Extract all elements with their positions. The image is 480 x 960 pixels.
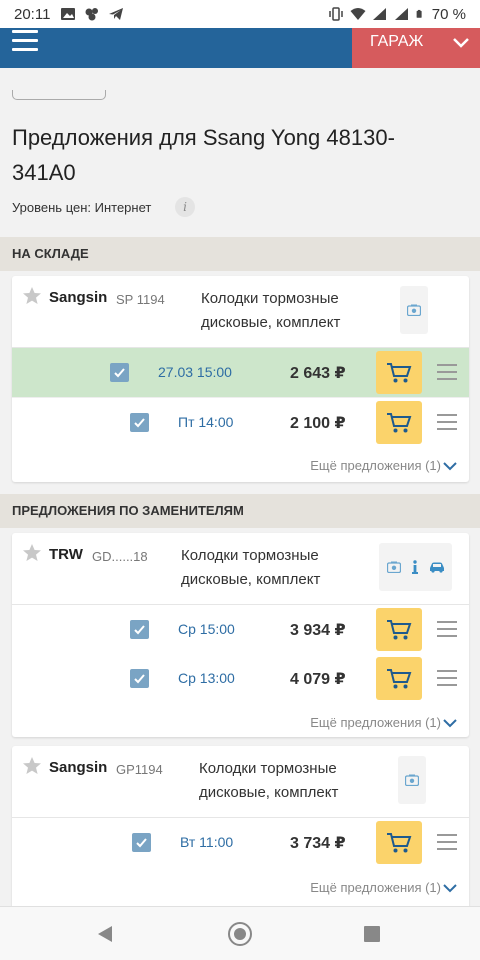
part-description: Колодки тормозные дисковые, комплект: [181, 547, 321, 588]
content: Предложения для Ssang Yong 48130-341A0 У…: [0, 68, 480, 906]
app-icon: [85, 8, 99, 21]
part-icons: [398, 756, 426, 804]
card-header: TRW GD......18 Колодки тормозные дисковы…: [12, 533, 469, 605]
section-header-substitutes: ПРЕДЛОЖЕНИЯ ПО ЗАМЕНИТЕЛЯМ: [0, 494, 480, 528]
more-offers-link[interactable]: Ещё предложения (1): [310, 880, 441, 895]
delivery-time: Пт 14:00: [178, 414, 234, 430]
offer-row: 27.03 15:00 2 643 ₽: [12, 348, 469, 397]
info-icon[interactable]: [411, 560, 419, 574]
offer-checkbox[interactable]: [130, 413, 149, 432]
offer-price: 3 934 ₽: [290, 622, 346, 639]
tab-stub[interactable]: [12, 90, 106, 100]
status-bar: 20:11 70 %: [0, 0, 480, 28]
delivery-time: Вт 11:00: [180, 834, 234, 850]
cart-icon: [387, 412, 412, 432]
part-code: GP1194: [116, 762, 163, 777]
more-offers-link[interactable]: Ещё предложения (1): [310, 458, 441, 473]
part-description: Колодки тормозные дисковые, комплект: [199, 760, 339, 801]
offer-row: Вт 11:00 3 734 ₽: [12, 818, 469, 867]
row-menu-icon[interactable]: [437, 414, 457, 430]
menu-icon[interactable]: [12, 30, 38, 52]
photo-icon[interactable]: [386, 561, 401, 573]
part-icons: [379, 543, 452, 591]
cart-icon: [387, 362, 412, 382]
offer-checkbox[interactable]: [130, 669, 149, 688]
star-icon[interactable]: [22, 286, 42, 306]
home-icon[interactable]: [228, 922, 252, 946]
battery-icon: [416, 9, 422, 18]
chevron-down-icon[interactable]: [443, 883, 457, 893]
part-code: GD......18: [92, 549, 148, 564]
battery-level: 70 %: [431, 5, 466, 23]
add-to-cart-button[interactable]: [376, 821, 422, 864]
chevron-down-icon[interactable]: [443, 718, 457, 728]
add-to-cart-button[interactable]: [376, 608, 422, 651]
cart-icon: [387, 668, 412, 688]
brand-name: Sangsin: [49, 759, 108, 776]
offer-checkbox[interactable]: [132, 833, 151, 852]
image-icon: [61, 8, 76, 20]
offer-price: 2 643 ₽: [290, 365, 346, 382]
signal-icon: [394, 8, 408, 20]
status-time: 20:11: [14, 5, 51, 23]
offer-card: Sangsin SP 1194 Колодки тормозные дисков…: [12, 276, 469, 482]
garage-label: ГАРАЖ: [370, 33, 424, 50]
star-icon[interactable]: [22, 543, 42, 563]
signal-icon: [372, 8, 386, 20]
photo-icon[interactable]: [405, 774, 419, 786]
offer-price: 3 734 ₽: [290, 835, 346, 852]
recent-apps-icon[interactable]: [364, 926, 380, 942]
offer-row: Ср 13:00 4 079 ₽: [12, 654, 469, 703]
part-description: Колодки тормозные дисковые, комплект: [201, 290, 341, 331]
offer-row: Ср 15:00 3 934 ₽: [12, 605, 469, 654]
part-code: SP 1194: [116, 292, 165, 307]
chevron-down-icon[interactable]: [443, 461, 457, 471]
add-to-cart-button[interactable]: [376, 657, 422, 700]
vibrate-icon: [329, 7, 343, 21]
more-offers-link[interactable]: Ещё предложения (1): [310, 715, 441, 730]
price-level: Уровень цен: Интернет: [12, 200, 152, 215]
car-icon[interactable]: [429, 561, 445, 573]
card-header: Sangsin SP 1194 Колодки тормозные дисков…: [12, 276, 469, 348]
delivery-time: Ср 15:00: [178, 621, 235, 637]
offer-price: 2 100 ₽: [290, 415, 346, 432]
offer-card: TRW GD......18 Колодки тормозные дисковы…: [12, 533, 469, 737]
delivery-time: Ср 13:00: [178, 670, 235, 686]
offer-checkbox[interactable]: [110, 363, 129, 382]
info-icon[interactable]: i: [175, 197, 195, 217]
star-icon[interactable]: [22, 756, 42, 776]
offer-card: Sangsin GP1194 Колодки тормозные дисковы…: [12, 746, 469, 906]
row-menu-icon[interactable]: [437, 364, 457, 380]
telegram-icon: [109, 8, 124, 20]
cart-icon: [387, 832, 412, 852]
garage-dropdown[interactable]: ГАРАЖ: [352, 28, 480, 68]
row-menu-icon[interactable]: [437, 834, 457, 850]
offer-checkbox[interactable]: [130, 620, 149, 639]
brand-name: Sangsin: [49, 289, 108, 306]
offer-price: 4 079 ₽: [290, 671, 346, 688]
row-menu-icon[interactable]: [437, 621, 457, 637]
add-to-cart-button[interactable]: [376, 351, 422, 394]
system-nav-bar: [0, 906, 480, 960]
card-header: Sangsin GP1194 Колодки тормозные дисковы…: [12, 746, 469, 818]
page-title: Предложения для Ssang Yong 48130-341A0: [12, 125, 395, 185]
app-bar: ГАРАЖ: [0, 28, 480, 68]
back-icon[interactable]: [96, 925, 114, 943]
delivery-time: 27.03 15:00: [158, 364, 232, 380]
wifi-icon: [350, 8, 366, 20]
photo-icon[interactable]: [407, 304, 421, 316]
row-menu-icon[interactable]: [437, 670, 457, 686]
part-icons: [400, 286, 428, 334]
add-to-cart-button[interactable]: [376, 401, 422, 444]
section-header-in-stock: НА СКЛАДЕ: [0, 237, 480, 271]
cart-icon: [387, 619, 412, 639]
chevron-down-icon: [453, 38, 469, 48]
offer-row: Пт 14:00 2 100 ₽: [12, 397, 469, 446]
brand-name: TRW: [49, 546, 83, 563]
